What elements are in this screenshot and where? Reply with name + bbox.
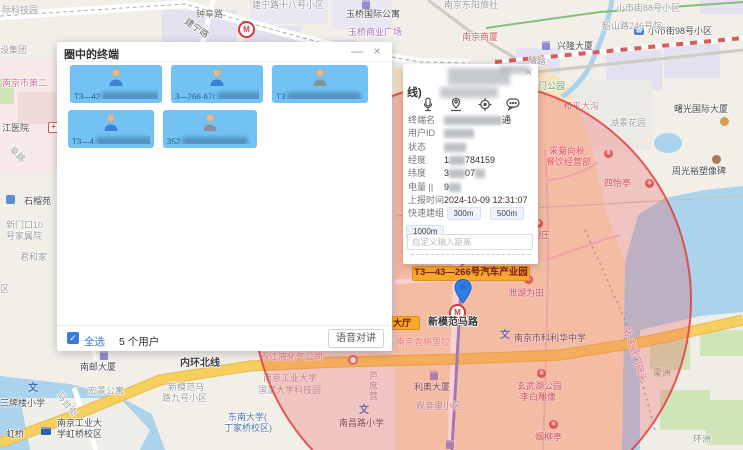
terminals-dialog: 圈中的终端 — × T3—42 3—266-67( T3 T3—4 352 ✓ 全选 5… — [57, 42, 392, 351]
terminal-label: 352 — [167, 133, 253, 144]
redacted-value — [449, 169, 465, 178]
voice-talk-button[interactable]: 语音对讲 — [328, 329, 384, 348]
field-label: 经度 — [408, 154, 444, 166]
field-label: 状态 — [408, 141, 444, 153]
dialog-footer: ✓ 全选 5 个用户 语音对讲 — [57, 325, 392, 351]
redacted-value — [449, 183, 461, 192]
select-all-checkbox[interactable]: ✓ — [67, 332, 79, 344]
redacted-value — [475, 169, 485, 178]
divider — [411, 254, 530, 255]
terminal-card[interactable]: 352 — [163, 110, 257, 148]
quick-500m-button[interactable]: 500m — [490, 207, 524, 220]
terminal-card[interactable]: T3—42 — [70, 65, 162, 103]
detail-row: 用户ID — [408, 127, 533, 139]
redacted-text — [96, 137, 150, 144]
field-label: 终端名 — [408, 114, 444, 126]
redacted-text — [102, 92, 158, 99]
field-label: 用户ID — [408, 127, 444, 139]
detail-row: 电量 ||9 — [408, 181, 533, 193]
detail-row: 状态 — [408, 141, 533, 153]
redacted-text — [217, 92, 259, 99]
quick-300m-button[interactable]: 300m — [447, 207, 481, 220]
dialog-title: 圈中的终端 — [64, 46, 119, 62]
redacted-value — [444, 129, 474, 138]
terminal-label: 3—266-67( — [175, 88, 259, 99]
detail-row: 纬度307 — [408, 167, 533, 179]
redacted-text — [287, 92, 361, 99]
quick-group-label: 快速建组 — [408, 207, 444, 219]
terminal-card[interactable]: T3—4 — [68, 110, 154, 148]
detail-row: 终端名 通 — [408, 114, 533, 126]
terminal-detail-popup: × 线) — [403, 64, 538, 264]
field-label: 纬度 — [408, 167, 444, 179]
redacted-value — [444, 116, 502, 125]
select-all-label[interactable]: 全选 — [84, 334, 105, 349]
terminal-card[interactable]: 3—266-67( — [171, 65, 263, 103]
field-value: 2024-10-09 12:31:07 — [444, 195, 528, 205]
redacted-title-2 — [500, 66, 530, 74]
close-icon[interactable]: × — [370, 44, 384, 58]
field-value: 784159 — [465, 155, 495, 165]
redacted-text — [182, 137, 248, 144]
terminal-card[interactable]: T3 — [272, 65, 368, 103]
redacted-value — [444, 143, 466, 152]
map-application: 际科技园设集团钟阜路建宁路十八号小区建宁路玉桥国际公寓玉桥商业广场南京东阳旅社南… — [0, 0, 743, 450]
quick-group-row: 快速建组 300m 500m — [408, 207, 533, 219]
terminal-label: T3—4 — [72, 133, 150, 144]
terminal-label: T3—42 — [74, 88, 158, 99]
redacted-value — [449, 156, 465, 165]
field-label: 上报时间 — [408, 194, 444, 206]
field-value: 通 — [502, 115, 511, 125]
minimize-icon[interactable]: — — [350, 44, 364, 58]
field-label: 电量 || — [408, 181, 444, 193]
location-pin-marker[interactable] — [454, 279, 472, 304]
field-value: 07 — [465, 168, 475, 178]
metro-station-label: 新模范马路 — [428, 318, 478, 328]
detail-row: 上报时间2024-10-09 12:31:07 — [408, 194, 533, 206]
user-count: 5 个用户 — [119, 334, 159, 349]
action-icon-row — [403, 97, 538, 115]
dialog-header: 圈中的终端 — × — [57, 42, 392, 62]
detail-row: 经度1784159 — [408, 154, 533, 166]
custom-distance-input[interactable] — [407, 234, 533, 250]
terminal-label: T3 — [276, 88, 364, 99]
